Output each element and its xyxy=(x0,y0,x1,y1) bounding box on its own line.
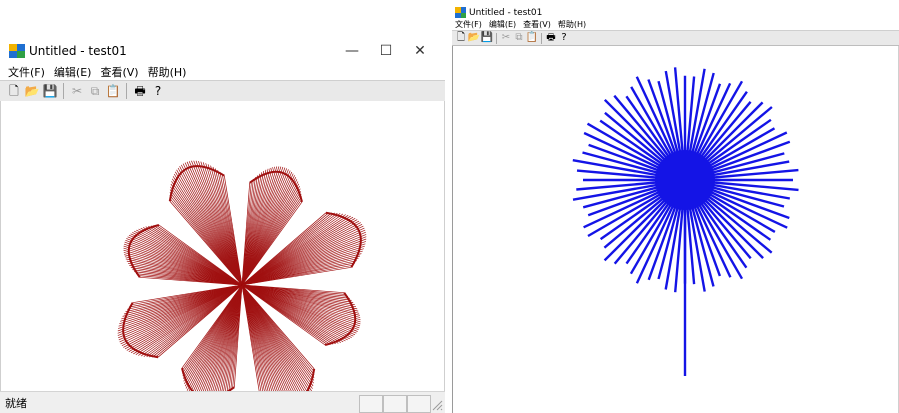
toolbar-separator xyxy=(63,83,64,99)
paste-icon[interactable]: 📋 xyxy=(105,83,121,99)
petal-flower-drawing xyxy=(117,160,367,392)
petal-lines xyxy=(117,160,367,392)
resize-grip-icon[interactable] xyxy=(431,399,443,411)
toolbar: 🗋 📂 💾 ✂ ⧉ 📋 🖶 ? xyxy=(0,80,445,102)
open-folder-icon[interactable]: 📂 xyxy=(24,83,40,99)
status-bar: 就绪 xyxy=(0,391,445,413)
toolbar-separator xyxy=(541,32,542,44)
cut-icon[interactable]: ✂ xyxy=(500,32,512,44)
menu-edit[interactable]: 编辑(E) xyxy=(489,19,516,30)
copy-icon[interactable]: ⧉ xyxy=(513,32,525,44)
status-pane xyxy=(359,395,383,413)
dandelion-rays xyxy=(572,67,799,376)
app-window-right: Untitled - test01 文件(F) 编辑(E) 查看(V) 帮助(H… xyxy=(452,6,899,413)
title-bar[interactable]: Untitled - test01 xyxy=(452,6,899,19)
toolbar: 🗋 📂 💾 ✂ ⧉ 📋 🖶 ? xyxy=(452,30,899,46)
menu-file[interactable]: 文件(F) xyxy=(8,64,45,80)
menu-file[interactable]: 文件(F) xyxy=(455,19,482,30)
save-icon[interactable]: 💾 xyxy=(42,83,58,99)
print-icon[interactable]: 🖶 xyxy=(132,83,148,99)
status-pane xyxy=(407,395,431,413)
menu-edit[interactable]: 编辑(E) xyxy=(54,64,92,80)
help-icon[interactable]: ? xyxy=(558,32,570,44)
app-window-left: Untitled - test01 — ☐ ✕ 文件(F) 编辑(E) 查看(V… xyxy=(0,38,445,413)
drawing-canvas[interactable] xyxy=(452,46,899,413)
print-icon[interactable]: 🖶 xyxy=(545,32,557,44)
app-icon[interactable] xyxy=(9,44,25,58)
minimize-button[interactable]: — xyxy=(335,43,369,59)
menu-help[interactable]: 帮助(H) xyxy=(558,19,586,30)
dandelion-drawing xyxy=(572,67,799,376)
new-file-icon[interactable]: 🗋 xyxy=(455,32,467,44)
toolbar-separator xyxy=(126,83,127,99)
help-icon[interactable]: ? xyxy=(150,83,166,99)
cut-icon[interactable]: ✂ xyxy=(69,83,85,99)
new-file-icon[interactable]: 🗋 xyxy=(6,83,22,99)
menu-view[interactable]: 查看(V) xyxy=(523,19,551,30)
menu-help[interactable]: 帮助(H) xyxy=(148,64,187,80)
menu-bar: 文件(F) 编辑(E) 查看(V) 帮助(H) xyxy=(452,19,899,30)
paste-icon[interactable]: 📋 xyxy=(526,32,538,44)
menu-view[interactable]: 查看(V) xyxy=(100,64,138,80)
maximize-button[interactable]: ☐ xyxy=(369,43,403,59)
copy-icon[interactable]: ⧉ xyxy=(87,83,103,99)
open-folder-icon[interactable]: 📂 xyxy=(468,32,480,44)
save-icon[interactable]: 💾 xyxy=(481,32,493,44)
app-icon[interactable] xyxy=(455,7,466,18)
drawing-canvas[interactable] xyxy=(0,101,445,392)
window-title: Untitled - test01 xyxy=(29,44,127,58)
status-pane xyxy=(383,395,407,413)
toolbar-separator xyxy=(496,32,497,44)
title-bar[interactable]: Untitled - test01 — ☐ ✕ xyxy=(0,38,445,64)
close-button[interactable]: ✕ xyxy=(403,43,437,59)
caption-buttons: — ☐ ✕ xyxy=(335,38,437,64)
status-text: 就绪 xyxy=(5,396,27,410)
menu-bar: 文件(F) 编辑(E) 查看(V) 帮助(H) xyxy=(0,64,445,80)
window-title: Untitled - test01 xyxy=(469,7,543,18)
